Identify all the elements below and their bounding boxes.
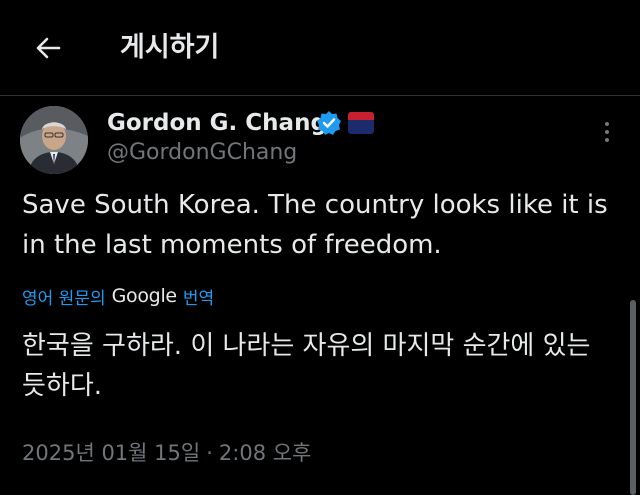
translation-label-prefix[interactable]: 영어 원문의 xyxy=(22,284,106,309)
author-name[interactable]: Gordon G. Chang xyxy=(107,106,327,140)
tweet-date: 2025년 01월 15일 xyxy=(22,441,201,465)
tweet-detail-page: 게시하기 Gordon G. Chang @GordonGChang Save … xyxy=(0,0,640,495)
arrow-left-icon xyxy=(36,37,61,59)
more-dots-icon xyxy=(605,122,609,126)
scrollbar[interactable] xyxy=(630,300,636,495)
translated-tweet-text: 한국을 구하라. 이 나라는 자유의 마지막 순간에 있는 듯하다. xyxy=(22,331,591,401)
back-button[interactable] xyxy=(26,26,70,70)
author-handle[interactable]: @GordonGChang xyxy=(107,137,297,169)
google-logo: Google xyxy=(111,285,178,307)
affiliate-flag-icon[interactable] xyxy=(348,112,374,134)
tweet-time: 2:08 오후 xyxy=(218,441,312,465)
avatar[interactable] xyxy=(20,106,88,174)
verified-badge-icon xyxy=(317,111,341,135)
page-title: 게시하기 xyxy=(120,32,220,63)
top-bar: 게시하기 xyxy=(0,0,640,96)
translation-attribution[interactable]: 영어 원문의 Google 번역 xyxy=(22,281,214,311)
timestamp-separator: · xyxy=(206,441,213,465)
tweet-timestamp[interactable]: 2025년 01월 15일 · 2:08 오후 xyxy=(22,436,311,470)
more-options-button[interactable] xyxy=(596,118,618,146)
translation-label-suffix[interactable]: 번역 xyxy=(183,284,214,309)
tweet-text: Save South Korea. The country looks like… xyxy=(22,190,608,260)
profile-photo xyxy=(20,106,88,174)
